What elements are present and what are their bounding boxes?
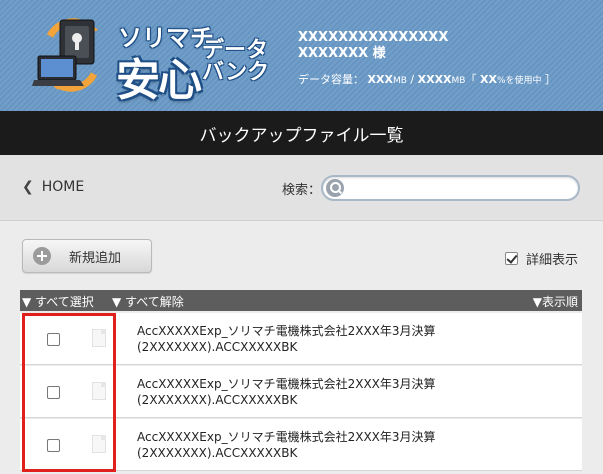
page-title: バックアップファイル一覧 — [199, 126, 404, 146]
file-icon — [92, 382, 106, 400]
logo-sub-line2: バンク — [202, 60, 270, 85]
file-name[interactable]: AccXXXXXExp_ソリマチ電機株式会社2XXX年3月決算 (2XXXXXX… — [137, 323, 557, 355]
select-all-button[interactable]: ▼ すべて選択 — [22, 293, 94, 310]
detail-view-toggle[interactable]: 詳細表示 — [505, 249, 578, 268]
file-name[interactable]: AccXXXXXExp_ソリマチ電機株式会社2XXX年3月決算 (2XXXXXX… — [137, 376, 557, 408]
plus-circle-icon — [33, 247, 51, 265]
file-name-line1: AccXXXXXExp_ソリマチ電機株式会社2XXX年3月決算 — [137, 430, 436, 444]
file-icon — [92, 435, 106, 453]
deselect-all-button[interactable]: ▼ すべて解除 — [112, 293, 184, 310]
search-input[interactable] — [347, 179, 573, 197]
table-row[interactable]: AccXXXXXExp_ソリマチ電機株式会社2XXX年3月決算 (2XXXXXX… — [20, 313, 582, 365]
file-name-line1: AccXXXXXExp_ソリマチ電機株式会社2XXX年3月決算 — [137, 377, 436, 391]
file-name[interactable]: AccXXXXXExp_ソリマチ電機株式会社2XXX年3月決算 (2XXXXXX… — [137, 429, 557, 461]
search-box[interactable] — [321, 175, 580, 201]
usage-percent-suffix: %を使用中 — [496, 76, 542, 86]
usage-close: ］ — [545, 73, 557, 86]
usage-prefix: データ容量： — [298, 73, 364, 86]
row-checkbox[interactable] — [47, 439, 60, 452]
search-label: 検索： — [282, 183, 322, 198]
logo-sub: データ バンク — [202, 40, 269, 84]
file-name-line1: AccXXXXXExp_ソリマチ電機株式会社2XXX年3月決算 — [137, 324, 436, 338]
detail-view-label: 詳細表示 — [526, 253, 579, 268]
logo-main: 安心 — [116, 55, 202, 106]
row-checkbox[interactable] — [47, 333, 60, 346]
user-name: XXXXXXXXXXXXXXX XXXXXXX 様 — [298, 30, 448, 62]
usage-total: XXXX — [417, 73, 452, 86]
home-link[interactable]: ❮ HOME — [22, 179, 84, 195]
usage-sep: / — [406, 73, 418, 86]
table-row[interactable]: AccXXXXXExp_ソリマチ電機株式会社2XXX年3月決算 (2XXXXXX… — [20, 419, 582, 471]
chevron-left-icon: ❮ — [22, 179, 34, 195]
row-checkbox[interactable] — [47, 386, 60, 399]
nav-bar: ❮ HOME 検索： — [0, 155, 603, 221]
usage-unit2: MB — [451, 76, 466, 86]
app-header: ソリマチ 安心 データ バンク XXXXXXXXXXXXXXX XXXXXXX … — [0, 0, 603, 111]
add-new-button[interactable]: 新規追加 — [22, 239, 152, 273]
file-name-line2: (2XXXXXXX).ACCXXXXXBK — [137, 393, 298, 407]
table-row[interactable]: AccXXXXXExp_ソリマチ電機株式会社2XXX年3月決算 (2XXXXXX… — [20, 366, 582, 418]
table-header: ▼ すべて選択 ▼ すべて解除 ▼表示順 — [20, 290, 582, 311]
sort-order-button[interactable]: ▼表示順 — [533, 293, 578, 310]
safe-lock-icon — [32, 18, 98, 92]
add-new-label: 新規追加 — [69, 250, 122, 266]
home-label: HOME — [41, 179, 85, 195]
usage-unit1: MB — [392, 76, 407, 86]
title-bar: バックアップファイル一覧 — [0, 111, 603, 155]
file-icon — [92, 329, 106, 347]
usage-percent: XX — [480, 73, 497, 86]
usage-used: XXX — [367, 73, 393, 86]
file-name-line2: (2XXXXXXX).ACCXXXXXBK — [137, 446, 298, 460]
user-id: XXXXXXXXXXXXXXX — [298, 30, 449, 45]
logo[interactable]: ソリマチ 安心 データ バンク — [32, 10, 282, 106]
file-name-line2: (2XXXXXXX).ACCXXXXXBK — [137, 340, 298, 354]
detail-view-checkbox[interactable] — [505, 252, 518, 265]
search-icon[interactable] — [326, 179, 344, 197]
user-display-name: XXXXXXX 様 — [298, 46, 386, 61]
storage-usage: データ容量： XXXMB / XXXXMB「 XX%を使用中 ］ — [298, 71, 556, 87]
usage-open: 「 — [465, 73, 477, 86]
